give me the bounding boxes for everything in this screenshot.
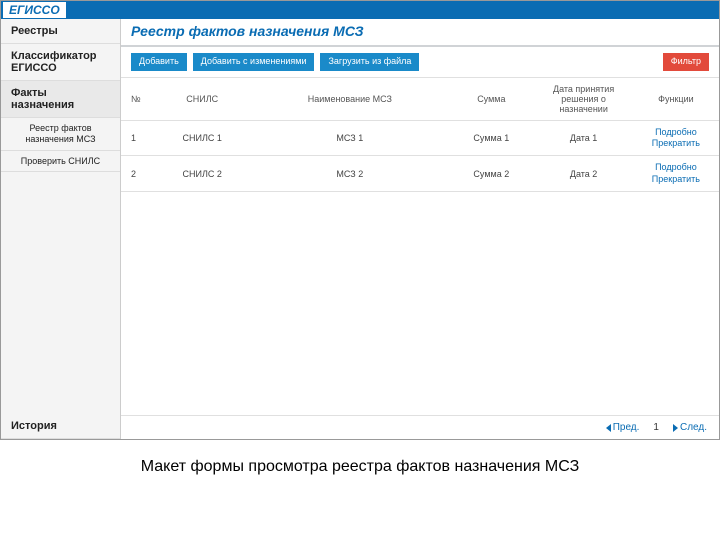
table-header-row: № СНИЛС Наименование МСЗ Сумма Дата прин… [121,78,719,121]
logo: ЕГИССО [3,2,66,18]
cell-funcs: ПодробноПрекратить [633,156,719,192]
topbar: ЕГИССО [1,1,719,19]
sidebar-item-reestr-msz[interactable]: Реестр фактов назначения МСЗ [1,118,120,151]
pager-prev[interactable]: Пред. [606,422,640,433]
chevron-left-icon [606,424,611,432]
pager-page: 1 [647,422,665,433]
sidebar-spacer [1,172,120,414]
sidebar-item-check-snils[interactable]: Проверить СНИЛС [1,151,120,173]
cell-sum: Сумма 2 [448,156,534,192]
page-title: Реестр фактов назначения МСЗ [121,19,719,47]
sidebar-item-classifier[interactable]: Классификатор ЕГИССО [1,44,120,81]
filter-button[interactable]: Фильтр [663,53,709,71]
pager: Пред. 1 След. [121,415,719,439]
table-wrap: № СНИЛС Наименование МСЗ Сумма Дата прин… [121,78,719,415]
table-row: 2СНИЛС 2МСЗ 2Сумма 2Дата 2ПодробноПрекра… [121,156,719,192]
cell-num: 2 [121,156,153,192]
col-snils: СНИЛС [153,78,251,121]
add-with-changes-button[interactable]: Добавить с изменениями [193,53,315,71]
add-button[interactable]: Добавить [131,53,187,71]
content: Реестр фактов назначения МСЗ Добавить До… [121,19,719,439]
cell-snils: СНИЛС 2 [153,156,251,192]
cell-sum: Сумма 1 [448,120,534,156]
main: Реестры Классификатор ЕГИССО Факты назна… [1,19,719,439]
sidebar-item-history[interactable]: История [1,414,120,439]
app-window: ЕГИССО Реестры Классификатор ЕГИССО Факт… [0,0,720,440]
chevron-right-icon [673,424,678,432]
sidebar-item-reestry[interactable]: Реестры [1,19,120,44]
cell-snils: СНИЛС 1 [153,120,251,156]
col-num: № [121,78,153,121]
cell-funcs: ПодробноПрекратить [633,120,719,156]
pager-next-label: След. [680,422,707,433]
table-row: 1СНИЛС 1МСЗ 1Сумма 1Дата 1ПодробноПрекра… [121,120,719,156]
details-link[interactable]: Подробно [639,127,713,138]
cell-num: 1 [121,120,153,156]
details-link[interactable]: Подробно [639,162,713,173]
figure-caption: Макет формы просмотра реестра фактов наз… [0,440,720,476]
cell-name: МСЗ 1 [251,120,448,156]
stop-link[interactable]: Прекратить [639,174,713,185]
col-name: Наименование МСЗ [251,78,448,121]
stop-link[interactable]: Прекратить [639,138,713,149]
sidebar-item-facts[interactable]: Факты назначения [1,81,120,118]
cell-date: Дата 1 [534,120,632,156]
data-table: № СНИЛС Наименование МСЗ Сумма Дата прин… [121,78,719,192]
cell-name: МСЗ 2 [251,156,448,192]
col-date: Дата принятия решения о назначении [534,78,632,121]
pager-next[interactable]: След. [673,422,707,433]
sidebar: Реестры Классификатор ЕГИССО Факты назна… [1,19,121,439]
toolbar: Добавить Добавить с изменениями Загрузит… [121,47,719,78]
cell-date: Дата 2 [534,156,632,192]
upload-file-button[interactable]: Загрузить из файла [320,53,419,71]
pager-prev-label: Пред. [613,422,640,433]
col-sum: Сумма [448,78,534,121]
col-funcs: Функции [633,78,719,121]
